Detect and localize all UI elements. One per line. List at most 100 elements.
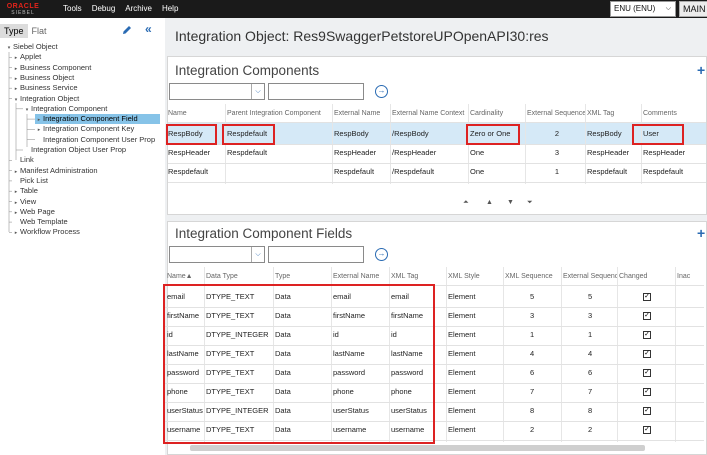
table-cell[interactable]: Data [275, 309, 330, 323]
table-cell[interactable]: username [167, 423, 203, 437]
table-cell[interactable]: 7 [530, 385, 540, 399]
table-cell[interactable]: RespHeader [587, 146, 641, 160]
table-cell[interactable]: RespBody [168, 127, 224, 141]
table-cell[interactable]: password [391, 366, 445, 380]
table-cell[interactable]: 8 [588, 404, 598, 418]
column-header[interactable]: Cardinality [470, 107, 525, 121]
table-cell[interactable]: RespHeader [334, 146, 390, 160]
table-cell[interactable]: RespHeader [643, 146, 703, 160]
table-cell[interactable]: email [167, 290, 203, 304]
previous-record-icon[interactable]: ▲ [486, 199, 493, 206]
column-header[interactable]: XML Tag [587, 107, 641, 121]
table-cell[interactable]: email [391, 290, 445, 304]
tree-item[interactable]: Web Template [12, 217, 68, 227]
menu-debug[interactable]: Debug [87, 0, 121, 18]
changed-checkbox[interactable]: ✓ [643, 312, 651, 320]
table-cell[interactable]: 1 [588, 328, 598, 342]
table-cell[interactable]: DTYPE_TEXT [206, 366, 272, 380]
table-cell[interactable]: /RespHeader [392, 146, 468, 160]
column-header[interactable]: Parent Integration Component [227, 107, 332, 121]
menu-tools[interactable]: Tools [58, 0, 87, 18]
column-header[interactable]: XML Sequence [505, 270, 560, 284]
table-cell[interactable]: userStatus [167, 404, 203, 418]
table-cell[interactable]: 3 [530, 309, 540, 323]
table-cell[interactable]: Element [448, 309, 502, 323]
table-cell[interactable]: Element [448, 404, 502, 418]
table-cell[interactable]: One [470, 146, 525, 160]
table-cell[interactable]: 7 [588, 385, 598, 399]
column-header[interactable]: External Name Context [392, 107, 468, 121]
table-cell[interactable]: Element [448, 290, 502, 304]
plus-icon[interactable]: + [697, 62, 705, 78]
tree-item[interactable]: ▸ Business Component [12, 63, 92, 73]
pencil-icon[interactable] [122, 25, 132, 35]
tree-item[interactable]: ▸ View [12, 197, 36, 207]
tree-item[interactable]: ▸ Business Service [12, 83, 78, 93]
double-chevron-left-icon[interactable]: « [145, 22, 152, 36]
table-cell[interactable]: DTYPE_TEXT [206, 309, 272, 323]
changed-checkbox[interactable]: ✓ [643, 293, 651, 301]
changed-checkbox[interactable]: ✓ [643, 369, 651, 377]
fields-field-select[interactable]: ⌵ [169, 246, 265, 263]
column-header[interactable]: XML Style [448, 270, 502, 284]
table-cell[interactable]: DTYPE_INTEGER [206, 404, 272, 418]
first-page-icon[interactable]: ⏶ [463, 199, 469, 207]
main-button[interactable]: MAIN [679, 1, 707, 17]
tab-flat[interactable]: Flat [28, 24, 51, 38]
table-cell[interactable]: Element [448, 366, 502, 380]
caret-down-icon[interactable]: ▾ [23, 105, 31, 115]
table-cell[interactable] [227, 165, 332, 179]
changed-checkbox[interactable]: ✓ [643, 331, 651, 339]
table-cell[interactable]: username [333, 423, 388, 437]
table-cell[interactable]: RespHeader [168, 146, 224, 160]
table-cell[interactable]: Respdefault [587, 165, 641, 179]
table-cell[interactable]: 1 [527, 165, 559, 179]
tree-item[interactable]: ▸ Integration Component Field [35, 114, 160, 125]
table-cell[interactable]: Element [448, 423, 502, 437]
table-cell[interactable]: Element [448, 328, 502, 342]
table-cell[interactable]: Zero or One [470, 127, 525, 141]
column-header[interactable]: Data Type [206, 270, 272, 284]
components-search-input[interactable] [268, 83, 364, 100]
table-cell[interactable]: email [333, 290, 388, 304]
table-cell[interactable]: Data [275, 385, 330, 399]
column-header[interactable]: XML Tag [391, 270, 445, 284]
table-cell[interactable]: userStatus [333, 404, 388, 418]
tree-item[interactable]: ▾ Integration Object [12, 94, 79, 104]
tree-item[interactable]: ▸ Applet [12, 52, 42, 62]
table-cell[interactable]: phone [333, 385, 388, 399]
table-cell[interactable]: Element [448, 347, 502, 361]
menu-help[interactable]: Help [157, 0, 183, 18]
column-header[interactable]: External Name [334, 107, 390, 121]
table-cell[interactable]: phone [391, 385, 445, 399]
tree-item[interactable]: ▸ Integration Component Key [35, 124, 135, 134]
tree-item[interactable]: ▸ Table [12, 186, 38, 196]
locale-select[interactable]: ENU (ENU) ⌵ [610, 1, 676, 17]
table-cell[interactable]: id [167, 328, 203, 342]
changed-checkbox[interactable]: ✓ [643, 350, 651, 358]
fields-search-input[interactable] [268, 246, 364, 263]
table-cell[interactable]: 2 [530, 423, 540, 437]
table-cell[interactable]: 6 [530, 366, 540, 380]
table-cell[interactable]: firstName [333, 309, 388, 323]
table-cell[interactable]: Respdefault [334, 165, 390, 179]
table-cell[interactable]: Data [275, 347, 330, 361]
table-cell[interactable]: 1 [530, 328, 540, 342]
table-cell[interactable]: DTYPE_TEXT [206, 385, 272, 399]
table-cell[interactable]: 4 [530, 347, 540, 361]
table-cell[interactable]: Element [448, 385, 502, 399]
changed-checkbox[interactable]: ✓ [643, 388, 651, 396]
table-cell[interactable]: Data [275, 404, 330, 418]
table-cell[interactable]: firstName [391, 309, 445, 323]
column-header[interactable]: Type [275, 270, 330, 284]
tree-item[interactable]: ▾ Siebel Object [5, 42, 58, 52]
table-cell[interactable]: 6 [588, 366, 598, 380]
arrow-right-circle-icon[interactable]: → [375, 85, 388, 98]
table-cell[interactable]: 5 [588, 290, 598, 304]
tree-item[interactable]: Integration Component User Prop [35, 135, 155, 145]
table-cell[interactable]: 2 [588, 423, 598, 437]
column-header[interactable]: Name [168, 107, 224, 121]
next-record-icon[interactable]: ▼ [507, 199, 514, 206]
caret-right-icon[interactable]: ▸ [12, 228, 20, 238]
column-header[interactable]: External Sequence [563, 270, 617, 284]
